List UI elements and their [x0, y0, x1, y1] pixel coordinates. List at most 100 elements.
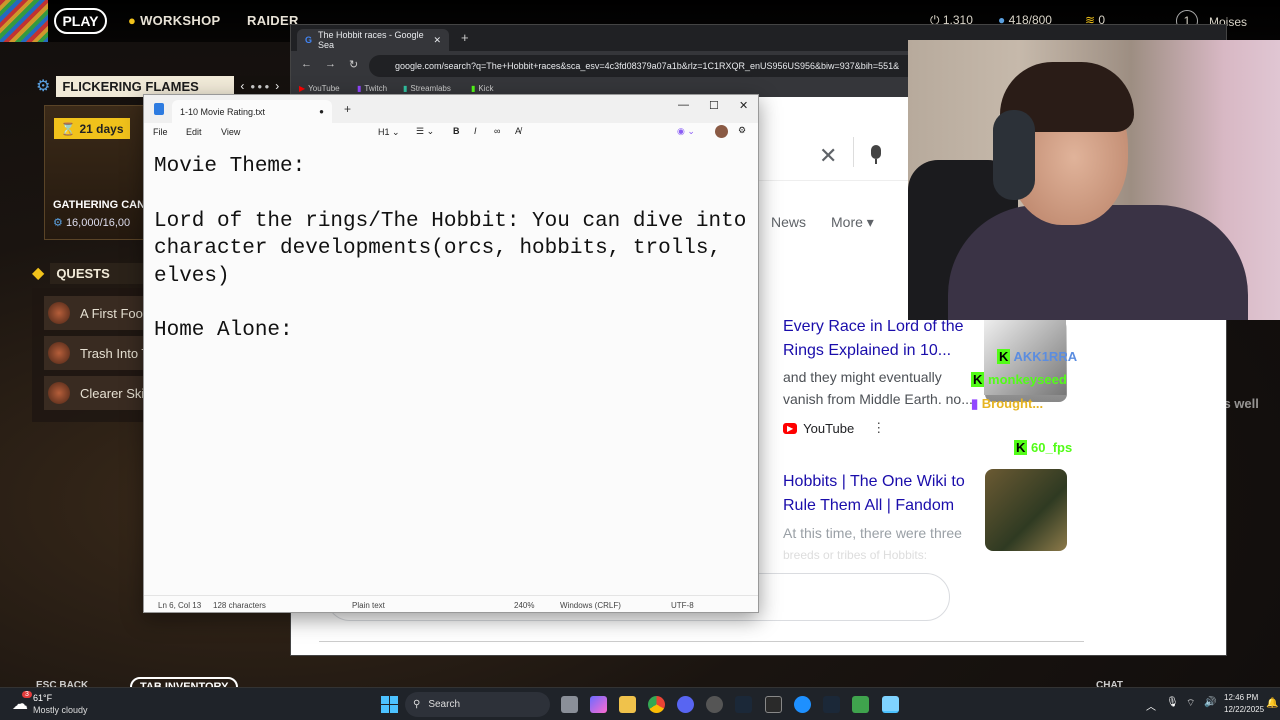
bookmark-kick[interactable]: ▮ Kick	[471, 84, 494, 93]
quest-icon	[48, 382, 70, 404]
notification-bell-icon[interactable]: 🔔	[1266, 698, 1278, 709]
chevron-left-icon[interactable]: ‹	[240, 79, 244, 93]
microphone-icon[interactable]	[869, 145, 883, 167]
tab-more[interactable]: More ▾	[831, 214, 874, 231]
gear-icon: ⚙	[53, 217, 63, 229]
taskbar-search[interactable]: ⚲ Search	[405, 692, 550, 717]
more-vert-icon: ⋮	[872, 420, 886, 435]
menu-view[interactable]: View	[221, 127, 240, 137]
maximize-icon[interactable]: ☐	[709, 99, 719, 112]
person-hoodie	[948, 205, 1248, 320]
result-source: ▶ YouTube ⋮	[783, 420, 885, 436]
clock-time[interactable]: 12:46 PM	[1224, 693, 1258, 702]
list-icon[interactable]: ☰ ⌄	[416, 126, 434, 137]
char-count: 128 characters	[213, 601, 266, 610]
nav-workshop[interactable]: ● WORKSHOP	[128, 13, 220, 28]
chat-message: HOMO ALONE	[1092, 440, 1182, 455]
page-dots: ● ● ●	[250, 81, 270, 91]
steam-icon[interactable]	[823, 696, 840, 713]
microphone-icon[interactable]: 🎙	[1166, 697, 1179, 708]
google-icon: G	[305, 35, 313, 45]
notepad-app-icon	[154, 103, 164, 115]
bookmark-twitch[interactable]: ▮ Twitch	[357, 84, 387, 93]
reload-icon[interactable]: ↻	[349, 58, 358, 71]
avatar[interactable]	[715, 125, 728, 138]
file-format[interactable]: Plain text	[352, 601, 385, 610]
bold-icon[interactable]: B	[453, 126, 460, 136]
clear-format-icon[interactable]: A̸	[515, 126, 521, 136]
italic-icon[interactable]: I	[474, 126, 477, 136]
kick-icon: K	[1014, 440, 1028, 455]
youtube-icon: ▶	[299, 84, 306, 93]
menu-edit[interactable]: Edit	[186, 127, 202, 137]
bookmark-youtube[interactable]: ▶ YouTube	[299, 84, 340, 93]
task-view-icon[interactable]	[561, 696, 578, 713]
result-title-link[interactable]: Every Race in Lord of the Rings Explaine…	[783, 315, 973, 363]
new-tab-button[interactable]: +	[344, 102, 351, 116]
heading-dropdown[interactable]: H1 ⌄	[378, 127, 400, 138]
clock-date[interactable]: 12/22/2025	[1224, 705, 1264, 714]
notepad-text-area[interactable]: Movie Theme: Lord of the rings/The Hobbi…	[154, 153, 754, 345]
chevron-up-icon[interactable]: ︿	[1146, 698, 1156, 713]
chat-user: ▮ Brought...	[971, 396, 1044, 411]
result-title-link[interactable]: Hobbits | The One Wiki to Rule Them All …	[783, 470, 973, 518]
hourglass-icon: ⌛	[60, 121, 76, 136]
weather-temp[interactable]: 61°F	[33, 693, 52, 703]
steam-icon[interactable]	[735, 696, 752, 713]
twitch-icon: ▮	[357, 84, 362, 93]
bookmark-streamlabs[interactable]: ▮ Streamlabs	[403, 84, 451, 93]
youtube-icon: ▶	[783, 422, 798, 434]
chat-user: K 60_fps	[1014, 440, 1073, 455]
headset-icon	[993, 110, 1035, 200]
minimize-icon[interactable]: —	[678, 99, 689, 111]
back-icon[interactable]: ←	[301, 58, 312, 70]
days-badge: ⌛ 21 days	[54, 118, 130, 139]
menu-file[interactable]: File	[153, 127, 168, 137]
wifi-icon[interactable]: ⌔	[1186, 697, 1195, 710]
chrome-tab[interactable]: G The Hobbit races - Google Sea ✕	[297, 29, 449, 51]
webcam-overlay	[908, 40, 1280, 320]
encoding[interactable]: UTF-8	[671, 601, 694, 610]
chat-message: we could do Mango as well	[1092, 396, 1259, 411]
event-progress: ⚙ 16,000/16,00	[53, 217, 131, 229]
result-thumbnail[interactable]	[985, 469, 1067, 551]
event-objective: GATHERING CAN	[53, 199, 146, 211]
epic-games-icon[interactable]	[765, 696, 782, 713]
forward-icon[interactable]: →	[325, 58, 336, 70]
url-input[interactable]: google.com/search?q=The+Hobbit+races&sca…	[369, 55, 969, 77]
close-icon[interactable]: ✕	[739, 99, 748, 112]
result-snippet: breeds or tribes of Hobbits:	[783, 548, 928, 562]
discord-icon[interactable]	[677, 696, 694, 713]
clear-search-icon[interactable]: ✕	[819, 143, 837, 169]
streamlabs-icon: ▮	[403, 84, 408, 93]
divider	[853, 137, 854, 167]
windows-start-icon[interactable]	[381, 696, 398, 713]
chrome-icon[interactable]	[648, 696, 665, 713]
file-explorer-icon[interactable]	[619, 696, 636, 713]
unsaved-dot-icon: ●	[319, 107, 324, 116]
line-ending[interactable]: Windows (CRLF)	[560, 601, 621, 610]
obs-icon[interactable]	[706, 696, 723, 713]
quest-icon	[48, 302, 70, 324]
app-icon[interactable]	[794, 696, 811, 713]
search-icon: ⚲	[413, 699, 421, 710]
chevron-right-icon[interactable]: ›	[275, 79, 279, 93]
close-tab-icon[interactable]: ✕	[433, 35, 441, 46]
play-button[interactable]: PLAY	[54, 8, 107, 34]
copilot-icon[interactable]	[590, 696, 607, 713]
copilot-icon[interactable]: ◉ ⌄	[677, 126, 695, 137]
zoom-level[interactable]: 240%	[514, 601, 534, 610]
link-icon[interactable]: ∞	[494, 126, 500, 136]
windows-taskbar: ☁ 3 61°F Mostly cloudy ⚲ Search ︿ 🎙 ⌔ 🔊 1…	[0, 687, 1280, 720]
chat-user: K monkeyseed	[971, 372, 1067, 387]
weather-desc[interactable]: Mostly cloudy	[33, 705, 88, 715]
kick-icon: ▮	[471, 84, 476, 93]
chat-user: K AKK1RRA	[997, 349, 1078, 364]
tab-news[interactable]: News	[771, 214, 806, 230]
notepad-tab[interactable]: 1-10 Movie Rating.txt ●	[172, 100, 332, 123]
settings-gear-icon[interactable]: ⚙	[738, 125, 746, 136]
volume-icon[interactable]: 🔊	[1204, 697, 1216, 708]
notepad-taskbar-icon[interactable]	[882, 696, 899, 713]
app-icon[interactable]	[852, 696, 869, 713]
new-tab-button[interactable]: +	[461, 30, 469, 45]
